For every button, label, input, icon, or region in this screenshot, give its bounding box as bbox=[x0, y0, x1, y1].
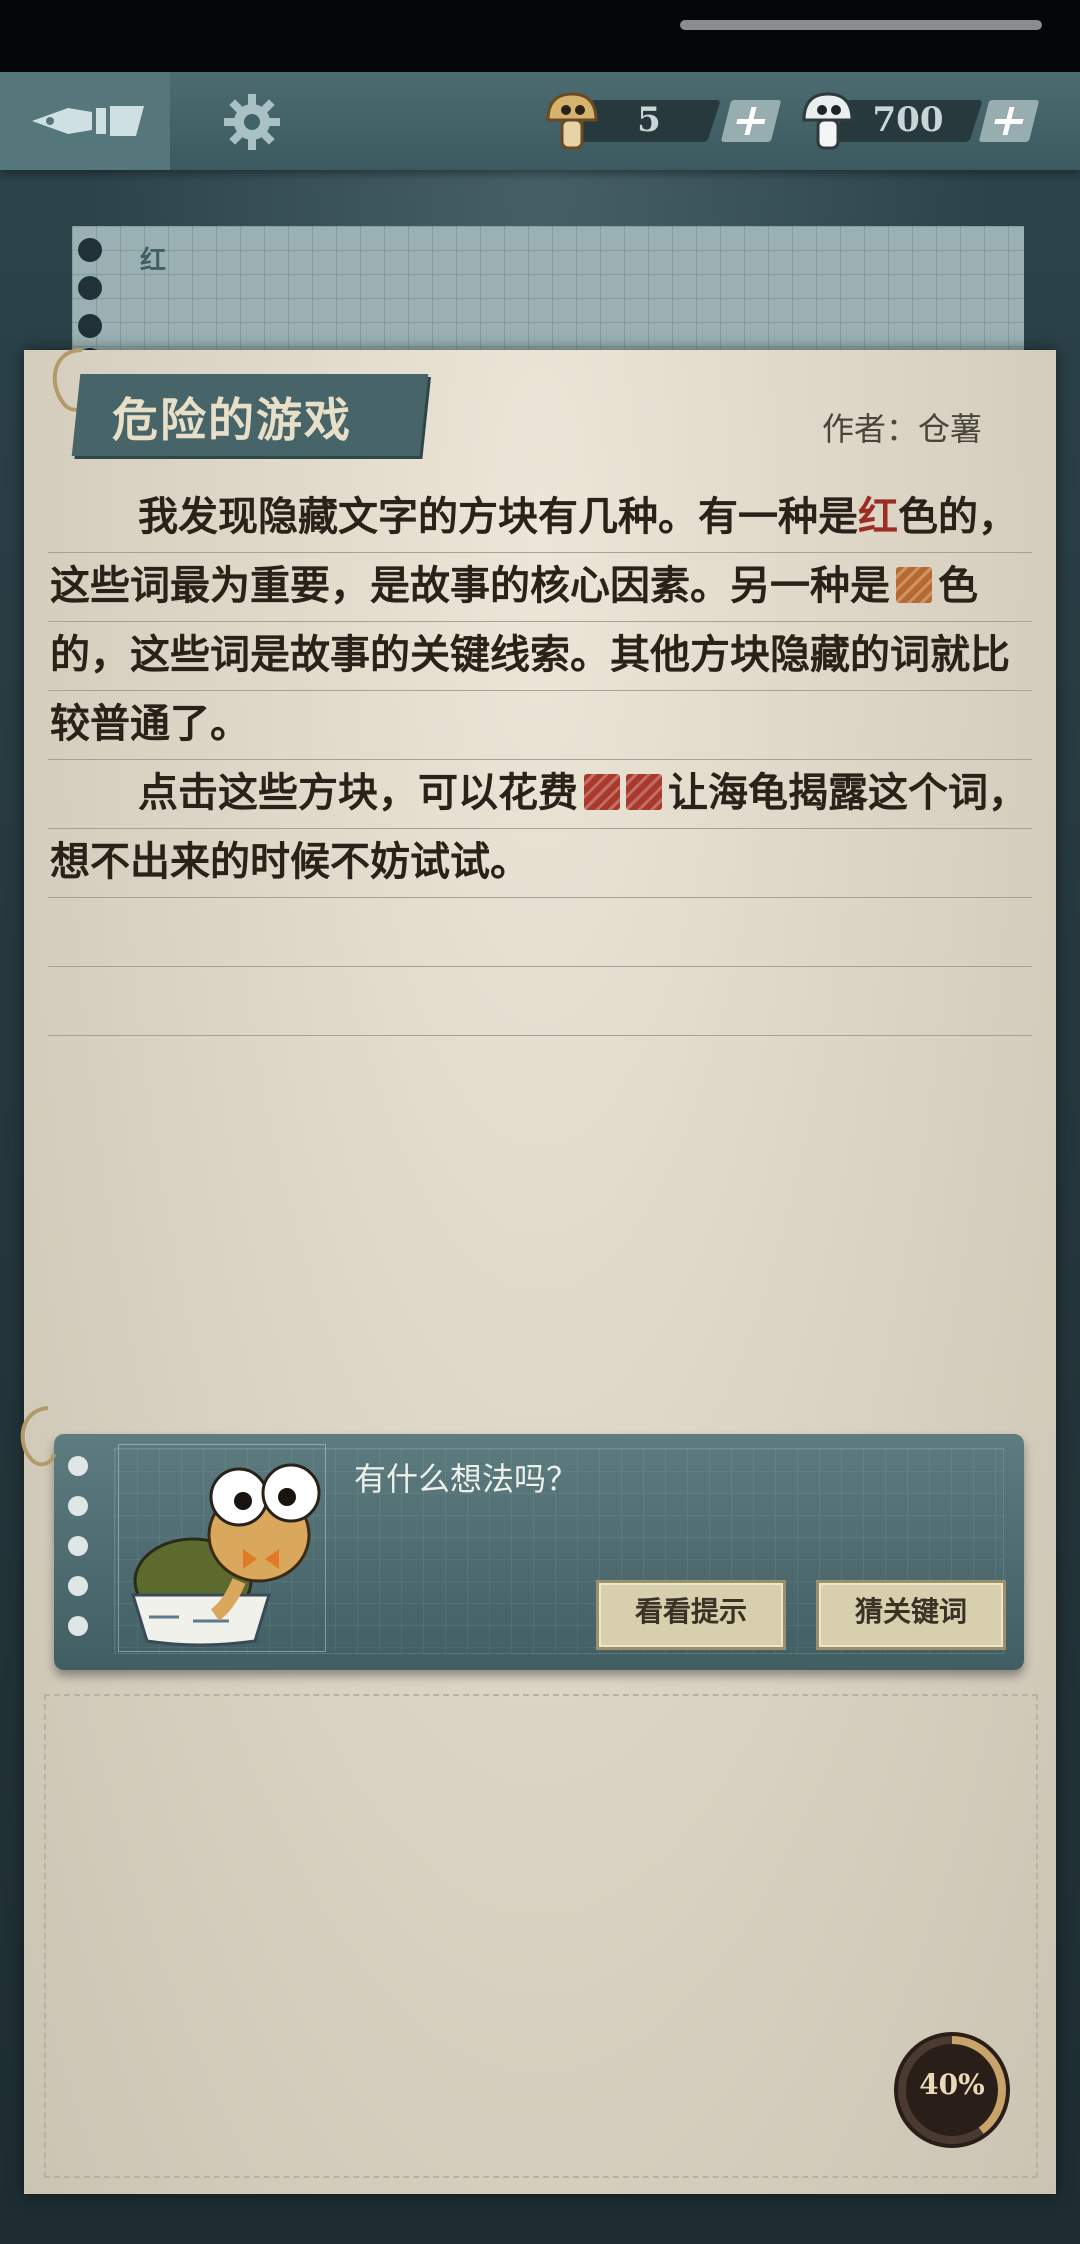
gesture-pill bbox=[680, 20, 1042, 30]
gear-icon[interactable] bbox=[222, 92, 282, 152]
story-paragraph: 我发现隐藏文字的方块有几种。有一种是红色的，这些词最为重要，是故事的核心因素。另… bbox=[50, 482, 1030, 758]
fountain-pen-icon[interactable] bbox=[28, 98, 148, 144]
string-loop-icon bbox=[20, 1406, 56, 1467]
white-mushroom-icon bbox=[802, 92, 854, 150]
story-body: 我发现隐藏文字的方块有几种。有一种是红色的，这些词最为重要，是故事的核心因素。另… bbox=[50, 482, 1030, 896]
turtle-dialog: 有什么想法吗？ 看看提示 猜关键词 bbox=[20, 1406, 1024, 1670]
coin-currency: 700 bbox=[800, 90, 1040, 150]
story-paragraph: 点击这些方块，可以花费 让海龟揭露这个词，想不出来的时候不妨试试。 bbox=[50, 758, 1030, 896]
ring-hole bbox=[68, 1496, 88, 1516]
story-text: 我发现隐藏文字的方块有几种。有一种是 bbox=[138, 493, 858, 540]
red-hidden-word-tile[interactable] bbox=[584, 774, 620, 810]
status-bar bbox=[0, 0, 1080, 72]
coin-currency-value: 700 bbox=[872, 100, 944, 140]
menu-panel bbox=[0, 72, 170, 170]
answer-area[interactable] bbox=[44, 1694, 1038, 2178]
ring-hole bbox=[68, 1456, 88, 1476]
ring-hole bbox=[78, 314, 102, 338]
turtle-portrait bbox=[118, 1444, 326, 1652]
red-keyword: 红 bbox=[858, 493, 898, 540]
story-author: 作者：仓薯 bbox=[821, 410, 982, 448]
hint-currency: 5 bbox=[544, 90, 782, 150]
story-text: 点击这些方块，可以花费 bbox=[138, 769, 578, 816]
ring-hole bbox=[78, 276, 102, 300]
dialog-prompt: 有什么想法吗？ bbox=[354, 1460, 579, 1498]
orange-hidden-word-tile[interactable] bbox=[896, 567, 932, 603]
tan-mushroom-icon bbox=[546, 92, 598, 150]
turtle-mascot-icon bbox=[130, 1463, 321, 1647]
ring-hole bbox=[68, 1576, 88, 1596]
view-hint-button[interactable]: 看看提示 bbox=[596, 1580, 786, 1650]
story-title: 危险的游戏 bbox=[112, 393, 352, 447]
ring-hole bbox=[68, 1536, 88, 1556]
progress-label: 40% bbox=[919, 2068, 985, 2101]
add-hints-button[interactable] bbox=[720, 100, 782, 142]
guess-keyword-button[interactable]: 猜关键词 bbox=[816, 1580, 1006, 1650]
ring-hole bbox=[78, 238, 102, 262]
red-hidden-word-tile[interactable] bbox=[626, 774, 662, 810]
previous-sheet-label: 红 bbox=[140, 246, 167, 276]
top-bar: 5 700 bbox=[0, 72, 1080, 170]
add-coins-button[interactable] bbox=[978, 100, 1040, 142]
ring-hole bbox=[68, 1616, 88, 1636]
story-paper: 危险的游戏 作者：仓薯 我发现隐藏文字的方块有几种。有一种是红色的，这些词最为重… bbox=[24, 348, 1056, 2194]
hint-currency-value: 5 bbox=[637, 100, 661, 140]
